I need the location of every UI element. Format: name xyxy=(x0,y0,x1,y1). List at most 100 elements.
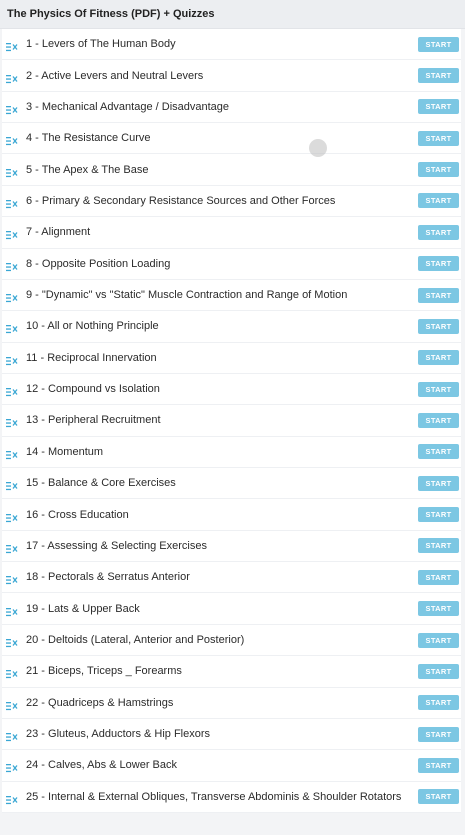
start-button[interactable]: START xyxy=(418,381,459,397)
lesson-row[interactable]: 22 - Quadriceps & Hamstrings START xyxy=(2,687,461,719)
lesson-row[interactable]: 7 - Alignment START xyxy=(2,217,461,249)
lesson-list-icon xyxy=(6,196,18,209)
lesson-row[interactable]: 20 - Deltoids (Lateral, Anterior and Pos… xyxy=(2,624,461,657)
lesson-row[interactable]: 2 - Active Levers and Neutral Levers STAR… xyxy=(2,60,461,92)
lesson-list-icon xyxy=(6,321,18,334)
lesson-title: 20 - Deltoids (Lateral, Anterior and Pos… xyxy=(26,634,245,646)
lesson-row[interactable]: 21 - Biceps, Triceps _ Forearms START xyxy=(2,656,461,688)
start-button[interactable]: START xyxy=(418,632,459,648)
lesson-row[interactable]: 1 - Levers of The Human Body START xyxy=(2,29,461,61)
lesson-title: 7 - Alignment xyxy=(26,226,91,239)
lesson-title: 3 - Mechanical Advantage / Disadvantage xyxy=(26,100,230,113)
cursor-indicator xyxy=(309,139,327,157)
lesson-title: 11 - Reciprocal Innervation xyxy=(26,351,157,364)
lesson-title: 14 - Momentum xyxy=(26,445,104,458)
lesson-list-icon xyxy=(6,39,18,52)
lesson-list-icon xyxy=(6,666,18,679)
section-title: The Physics Of Fitness (PDF) + Quizzes xyxy=(0,0,465,29)
lesson-list-icon xyxy=(6,698,18,710)
lesson-list-icon xyxy=(6,227,18,240)
lesson-row[interactable]: 12 - Compound vs Isolation START xyxy=(2,373,461,406)
start-button[interactable]: START xyxy=(418,36,459,52)
lesson-title: 8 - Opposite Position Loading xyxy=(26,257,171,270)
start-button[interactable]: START xyxy=(418,757,459,773)
lesson-list-icon xyxy=(6,71,18,83)
start-button[interactable]: START xyxy=(418,130,459,146)
lesson-title: 5 - The Apex & The Base xyxy=(26,163,149,176)
start-button[interactable]: START xyxy=(418,412,459,428)
lesson-row[interactable]: 4 - The Resistance Curve START xyxy=(2,123,461,155)
lesson-row[interactable]: 24 - Calves, Abs & Lower Back START xyxy=(2,750,461,782)
lesson-title: 16 - Cross Education xyxy=(26,508,129,521)
lesson-title: 22 - Quadriceps & Hamstrings xyxy=(26,696,174,709)
start-button[interactable]: START xyxy=(418,789,459,805)
lesson-list-icon xyxy=(6,102,18,114)
lesson-row[interactable]: 15 - Balance & Core Exercises START xyxy=(2,468,461,500)
lesson-list-icon xyxy=(6,259,18,271)
lesson-list-icon xyxy=(6,541,18,554)
start-button[interactable]: START xyxy=(418,601,459,617)
start-button[interactable]: START xyxy=(418,726,459,742)
lesson-list-icon xyxy=(6,635,18,648)
start-button[interactable]: START xyxy=(418,475,459,491)
lesson-list-icon xyxy=(6,760,18,773)
start-button[interactable]: START xyxy=(418,162,459,178)
start-button[interactable]: START xyxy=(418,256,459,272)
lesson-list-icon xyxy=(6,353,18,365)
lesson-row[interactable]: 18 - Pectorals & Serratus Anterior START xyxy=(2,562,461,594)
lesson-list-icon xyxy=(6,415,18,428)
lesson-title: 12 - Compound vs Isolation xyxy=(26,383,160,396)
lesson-row[interactable]: 13 - Peripheral Recruitment START xyxy=(2,405,461,437)
start-button[interactable]: START xyxy=(418,350,459,366)
start-button[interactable]: START xyxy=(418,695,459,711)
lesson-title: 19 - Lats & Upper Back xyxy=(26,602,140,615)
start-button[interactable]: START xyxy=(418,68,459,84)
lesson-title: 9 - "Dynamic" vs "Static" Muscle Contrac… xyxy=(26,289,348,302)
lesson-title: 4 - The Resistance Curve xyxy=(26,132,151,145)
lesson-list-icon xyxy=(6,604,18,616)
lesson-list-icon xyxy=(6,384,18,397)
lesson-row[interactable]: 5 - The Apex & The Base START xyxy=(2,154,461,186)
lesson-list-icon xyxy=(6,792,18,804)
lesson-row[interactable]: 23 - Gluteus, Adductors & Hip Flexors STA… xyxy=(2,718,461,751)
lesson-list-icon xyxy=(6,729,18,742)
start-button[interactable]: START xyxy=(418,99,459,115)
lesson-row[interactable]: 25 - Internal & External Obliques, Trans… xyxy=(2,781,461,813)
lesson-row[interactable]: 8 - Opposite Position Loading START xyxy=(2,248,461,280)
lesson-row[interactable]: 17 - Assessing & Selecting Exercises STAR… xyxy=(2,530,461,563)
lesson-list-icon xyxy=(6,290,18,303)
lesson-list-icon xyxy=(6,165,18,177)
lesson-list-icon xyxy=(6,572,18,585)
lesson-row[interactable]: 3 - Mechanical Advantage / Disadvantage S… xyxy=(2,91,461,124)
lesson-list: 1 - Levers of The Human Body START 2 - Act… xyxy=(0,29,465,813)
lesson-title: 1 - Levers of The Human Body xyxy=(26,38,176,51)
start-button[interactable]: START xyxy=(418,663,459,679)
lesson-list-icon xyxy=(6,133,18,146)
start-button[interactable]: START xyxy=(418,193,459,209)
start-button[interactable]: START xyxy=(418,507,459,523)
lesson-title: 18 - Pectorals & Serratus Anterior xyxy=(26,571,190,584)
start-button[interactable]: START xyxy=(418,287,459,303)
lesson-title: 25 - Internal & External Obliques, Trans… xyxy=(26,790,402,803)
course-section: The Physics Of Fitness (PDF) + Quizzes 1… xyxy=(0,0,465,835)
start-button[interactable]: START xyxy=(418,444,459,460)
start-button[interactable]: START xyxy=(418,538,459,554)
lesson-row[interactable]: 11 - Reciprocal Innervation START xyxy=(2,342,461,374)
start-button[interactable]: START xyxy=(418,224,459,240)
lesson-list-icon xyxy=(6,447,18,459)
lesson-title: 13 - Peripheral Recruitment xyxy=(26,414,161,427)
lesson-row[interactable]: 6 - Primary & Secondary Resistance Sourc… xyxy=(2,185,461,218)
lesson-row[interactable]: 19 - Lats & Upper Back START xyxy=(2,593,461,625)
lesson-title: 10 - All or Nothing Principle xyxy=(26,320,159,333)
lesson-title: 24 - Calves, Abs & Lower Back xyxy=(26,759,178,772)
lesson-title: 21 - Biceps, Triceps _ Forearms xyxy=(26,665,182,678)
start-button[interactable]: START xyxy=(418,318,459,334)
start-button[interactable]: START xyxy=(418,569,459,585)
lesson-title: 15 - Balance & Core Exercises xyxy=(26,477,176,490)
lesson-title: 17 - Assessing & Selecting Exercises xyxy=(26,539,207,552)
lesson-title: 2 - Active Levers and Neutral Levers xyxy=(26,69,204,82)
lesson-row[interactable]: 16 - Cross Education START xyxy=(2,499,461,531)
lesson-row[interactable]: 9 - "Dynamic" vs "Static" Muscle Contrac… xyxy=(2,279,461,312)
lesson-row[interactable]: 14 - Momentum START xyxy=(2,436,461,469)
lesson-row[interactable]: 10 - All or Nothing Principle START xyxy=(2,311,461,343)
